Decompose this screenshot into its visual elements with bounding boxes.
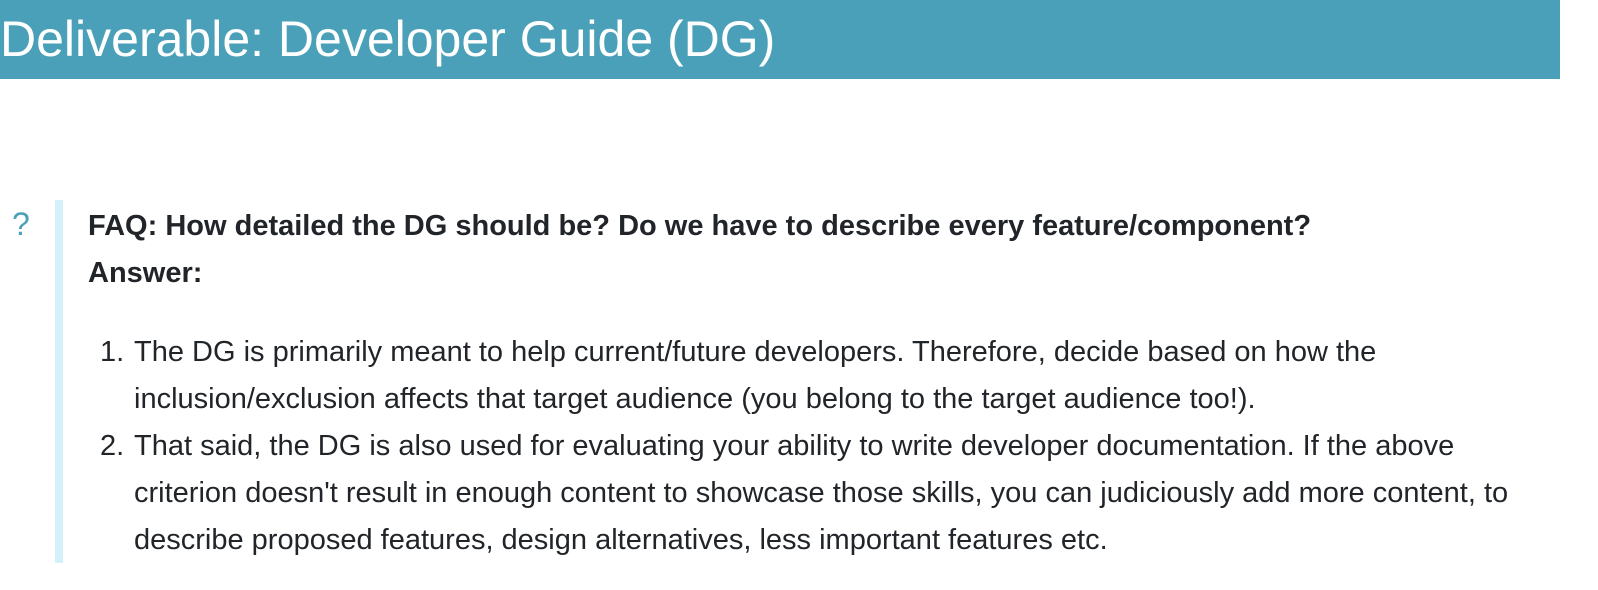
page-header: Deliverable: Developer Guide (DG) <box>0 0 1560 79</box>
answer-list: 1. The DG is primarily meant to help cur… <box>100 329 1540 564</box>
list-item-text: The DG is primarily meant to help curren… <box>134 336 1377 415</box>
page-title: Deliverable: Developer Guide (DG) <box>0 11 776 67</box>
faq-question: FAQ: How detailed the DG should be? Do w… <box>88 210 1312 242</box>
callout-left-border <box>55 200 63 563</box>
question-mark-icon: ? <box>12 206 30 242</box>
list-item: 1. The DG is primarily meant to help cur… <box>100 329 1540 423</box>
list-item-number: 2. <box>100 430 125 462</box>
list-item-number: 1. <box>100 336 125 368</box>
faq-callout: ? FAQ: How detailed the DG should be? Do… <box>0 200 1560 563</box>
list-item: 2. That said, the DG is also used for ev… <box>100 423 1540 564</box>
answer-label: Answer: <box>88 257 203 289</box>
list-item-text: That said, the DG is also used for evalu… <box>134 430 1509 556</box>
